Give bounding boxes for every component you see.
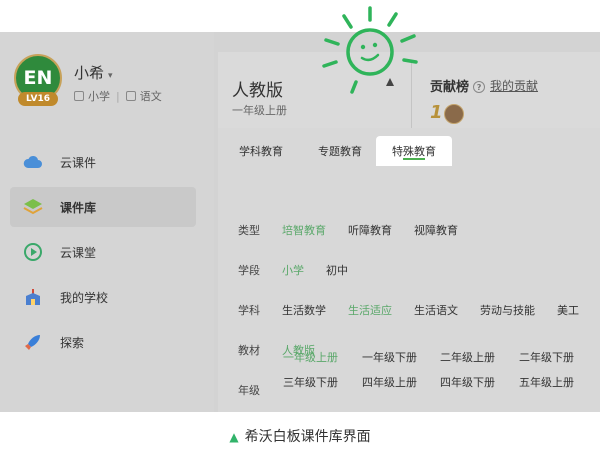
sidebar-item-cloud-courseware[interactable]: 云课件 xyxy=(10,142,196,182)
sidebar: EN LV16 小希 ▾ 小学 | 语文 云课件 课件库 云课堂 我的学校 探索 xyxy=(0,32,214,412)
tab-topic-education[interactable]: 专题教育 xyxy=(304,136,376,166)
filter-option[interactable]: 三年级下册 xyxy=(283,374,338,390)
active-tab-indicator xyxy=(403,158,425,160)
filter-option[interactable]: 四年级下册 xyxy=(440,374,495,390)
textbook-subtitle: 一年级上册 xyxy=(232,104,287,117)
user-name: 小希 xyxy=(74,64,105,82)
tab-label: 专题教育 xyxy=(318,145,362,158)
tab-special-education[interactable]: 特殊教育 xyxy=(376,136,452,166)
filter-option[interactable]: 一年级上册 xyxy=(283,349,338,365)
school-icon xyxy=(22,286,44,308)
filter-option[interactable]: 一年级下册 xyxy=(362,349,417,365)
textbook-title: 人教版 xyxy=(232,81,283,101)
layers-icon xyxy=(22,196,44,218)
sidebar-item-my-school[interactable]: 我的学校 xyxy=(10,277,196,317)
level-badge: LV16 xyxy=(18,92,58,106)
sidebar-item-label: 云课堂 xyxy=(60,245,97,260)
figure-caption: ▲ 希沃白板课件库界面 xyxy=(0,426,600,446)
contribution-rank-title: 贡献榜? xyxy=(430,76,486,95)
my-contribution-link[interactable]: 我的贡献 xyxy=(490,77,538,94)
filter-option[interactable]: 劳动与技能 xyxy=(480,302,535,318)
sidebar-item-label: 探索 xyxy=(60,335,85,350)
filter-option[interactable]: 美工 xyxy=(557,302,579,318)
rank-number: 1 xyxy=(430,102,443,123)
tab-subject-education[interactable]: 学科教育 xyxy=(226,136,296,166)
filter-option[interactable]: 初中 xyxy=(326,262,348,278)
filter-label: 学段 xyxy=(238,264,260,277)
user-name-menu[interactable]: 小希 ▾ xyxy=(74,62,113,83)
user-meta: 小学 | 语文 xyxy=(74,88,162,104)
rank-title-text: 贡献榜 xyxy=(430,80,470,95)
filter-option[interactable]: 五年级上册 xyxy=(519,374,574,390)
sun-doodle-icon xyxy=(322,6,418,94)
filter-option[interactable]: 二年级下册 xyxy=(519,349,574,365)
category-tabs: 学科教育 专题教育 特殊教育 xyxy=(218,128,600,166)
caption-text: 希沃白板课件库界面 xyxy=(244,429,371,445)
sidebar-item-label: 云课件 xyxy=(60,155,97,170)
grade-icon xyxy=(74,91,84,101)
subject-icon xyxy=(125,91,136,101)
sidebar-item-explore[interactable]: 探索 xyxy=(10,322,196,362)
filter-option[interactable]: 小学 xyxy=(282,262,304,278)
avatar-text: EN xyxy=(23,67,53,89)
filter-row-grade: 年级 xyxy=(238,382,282,398)
meta-separator: | xyxy=(116,89,120,103)
filter-label: 年级 xyxy=(238,384,260,397)
sidebar-item-cloud-classroom[interactable]: 云课堂 xyxy=(10,232,196,272)
filter-option[interactable]: 视障教育 xyxy=(414,222,458,238)
filter-row-subject: 学科 生活数学 生活适应 生活语文 劳动与技能 美工 xyxy=(238,302,600,318)
filter-option[interactable]: 四年级上册 xyxy=(362,374,417,390)
sidebar-item-courseware-library[interactable]: 课件库 xyxy=(10,187,196,227)
filter-option[interactable]: 生活适应 xyxy=(348,302,392,318)
filter-option[interactable]: 听障教育 xyxy=(348,222,392,238)
tab-label: 特殊教育 xyxy=(392,145,436,158)
filter-label: 类型 xyxy=(238,224,260,237)
rocket-icon xyxy=(22,331,44,353)
chevron-down-icon: ▾ xyxy=(108,71,113,81)
filter-option[interactable]: 生活数学 xyxy=(282,302,326,318)
triangle-marker-icon: ▲ xyxy=(229,430,239,444)
screenshot-stage: EN LV16 小希 ▾ 小学 | 语文 云课件 课件库 云课堂 我的学校 探索… xyxy=(0,0,600,455)
filter-label: 学科 xyxy=(238,304,260,317)
rank-avatar[interactable] xyxy=(444,104,464,124)
filter-label: 教材 xyxy=(238,344,260,357)
sidebar-item-label: 我的学校 xyxy=(60,290,109,305)
user-grade: 小学 xyxy=(88,90,110,103)
filter-row-type: 类型 培智教育 听障教育 视障教育 xyxy=(238,222,480,238)
help-icon[interactable]: ? xyxy=(473,81,486,93)
tab-label: 学科教育 xyxy=(239,145,283,158)
filter-option[interactable]: 生活语文 xyxy=(414,302,458,318)
sidebar-item-label: 课件库 xyxy=(60,200,97,215)
cloud-icon xyxy=(22,151,44,173)
user-subject: 语文 xyxy=(139,90,162,103)
filter-option[interactable]: 培智教育 xyxy=(282,222,326,238)
filter-option[interactable]: 二年级上册 xyxy=(440,349,495,365)
library-main: 学科教育 专题教育 特殊教育 类型 培智教育 听障教育 视障教育 学段 小学 初… xyxy=(218,128,600,412)
play-circle-icon xyxy=(22,241,44,263)
filter-row-stage: 学段 小学 初中 xyxy=(238,262,370,278)
